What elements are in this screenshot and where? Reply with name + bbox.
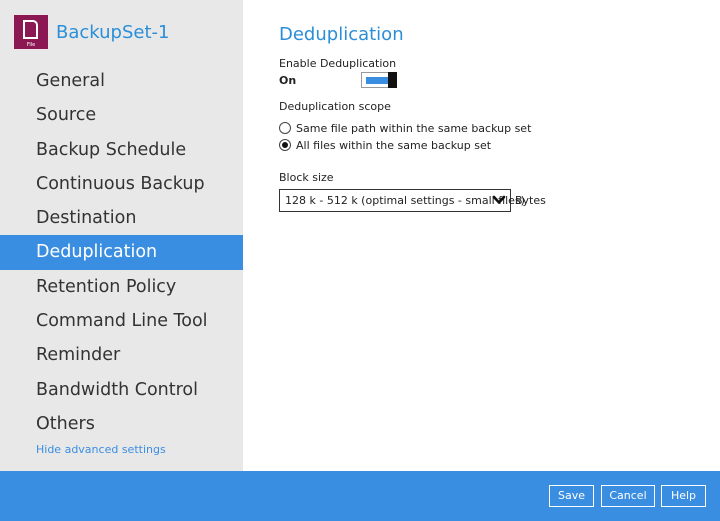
hide-advanced-settings-link[interactable]: Hide advanced settings [36, 443, 166, 456]
sidebar-item-deduplication[interactable]: Deduplication [0, 235, 243, 270]
sidebar-item-general[interactable]: General [0, 64, 243, 98]
main-panel: Deduplication Enable Deduplication On De… [279, 0, 720, 471]
enable-deduplication-row: On [279, 72, 419, 90]
file-icon-label: File [26, 42, 36, 48]
footer-bar: Save Cancel Help [0, 471, 720, 521]
sidebar-item-bandwidth-control[interactable]: Bandwidth Control [0, 373, 243, 407]
toggle-knob [388, 72, 397, 88]
block-size-unit: Bytes [515, 194, 546, 207]
toggle-state-text: On [279, 74, 297, 87]
sidebar-item-source[interactable]: Source [0, 98, 243, 132]
radio-unchecked-icon[interactable] [279, 122, 291, 134]
save-button[interactable]: Save [549, 485, 594, 507]
sidebar-item-destination[interactable]: Destination [0, 201, 243, 235]
sidebar-item-command-line-tool[interactable]: Command Line Tool [0, 304, 243, 338]
chevron-down-icon [492, 195, 506, 204]
scope-option-label: Same file path within the same backup se… [296, 121, 532, 135]
sidebar-item-reminder[interactable]: Reminder [0, 338, 243, 372]
sidebar-item-continuous-backup[interactable]: Continuous Backup [0, 167, 243, 201]
sidebar: File BackupSet-1 General Source Backup S… [0, 0, 243, 471]
sidebar-header: File BackupSet-1 [14, 14, 169, 50]
scope-option-same-file-path[interactable]: Same file path within the same backup se… [279, 120, 531, 136]
file-icon: File [14, 15, 48, 49]
block-size-label: Block size [279, 171, 334, 184]
help-button[interactable]: Help [661, 485, 706, 507]
sidebar-item-others[interactable]: Others [0, 407, 243, 441]
sidebar-nav: General Source Backup Schedule Continuou… [0, 64, 243, 441]
cancel-button[interactable]: Cancel [601, 485, 655, 507]
deduplication-scope-label: Deduplication scope [279, 100, 391, 113]
block-size-select[interactable]: 128 k - 512 k (optimal settings - small … [279, 189, 525, 212]
scope-option-label: All files within the same backup set [296, 138, 492, 152]
backup-set-title: BackupSet-1 [56, 21, 170, 43]
block-size-value: 128 k - 512 k (optimal settings - small … [285, 194, 525, 207]
scope-option-all-files[interactable]: All files within the same backup set [279, 137, 491, 153]
enable-deduplication-toggle[interactable] [361, 72, 397, 88]
page-title: Deduplication [279, 24, 404, 45]
sidebar-item-retention-policy[interactable]: Retention Policy [0, 270, 243, 304]
sidebar-item-backup-schedule[interactable]: Backup Schedule [0, 133, 243, 167]
enable-deduplication-label: Enable Deduplication [279, 57, 397, 70]
toggle-track [366, 77, 389, 84]
radio-checked-icon[interactable] [279, 139, 291, 151]
